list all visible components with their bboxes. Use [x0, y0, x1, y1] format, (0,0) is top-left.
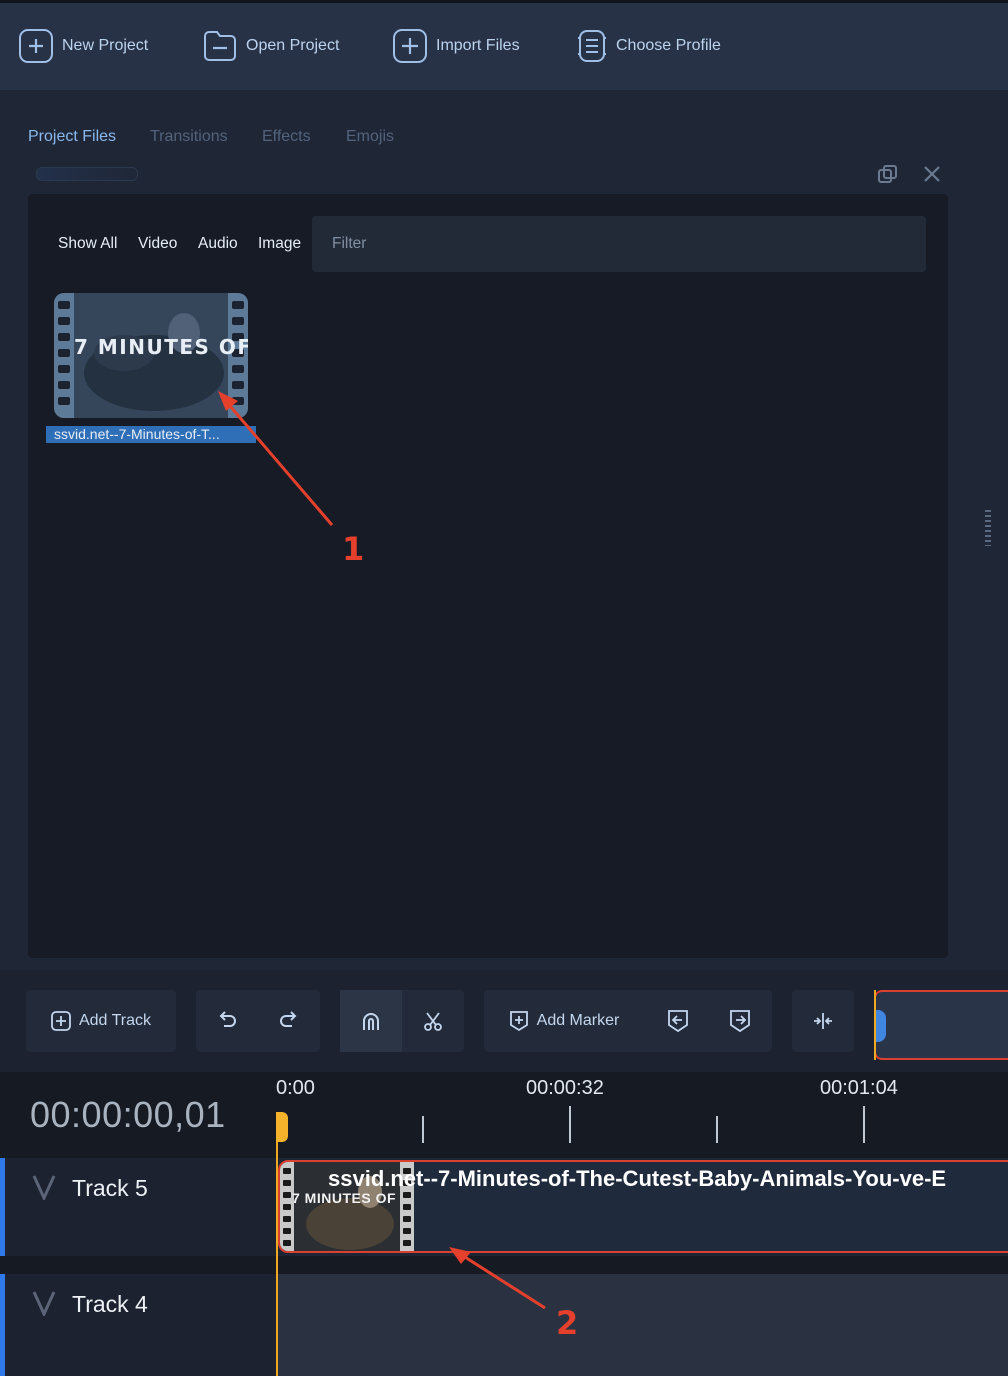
- previous-marker-button[interactable]: [648, 990, 708, 1052]
- track-header-5: [0, 1158, 276, 1256]
- chevron-down-icon[interactable]: [32, 1174, 56, 1205]
- filter-audio[interactable]: Audio: [198, 235, 238, 253]
- annotation-label-1: 1: [342, 530, 365, 568]
- redo-button[interactable]: [258, 990, 320, 1052]
- annotation-arrow-2: [449, 1247, 546, 1310]
- filter-image[interactable]: Image: [258, 235, 301, 253]
- import-files-label: Import Files: [436, 37, 520, 54]
- playhead-handle[interactable]: [276, 1112, 288, 1142]
- tab-effects[interactable]: Effects: [262, 128, 311, 146]
- scissors-icon: [424, 1012, 442, 1031]
- undo-icon: [219, 1011, 236, 1027]
- timeline-zoom-scrollbar[interactable]: [874, 990, 1008, 1060]
- annotation-arrow-1: [218, 391, 334, 526]
- open-project-label: Open Project: [246, 37, 340, 54]
- track-name-5: Track 5: [72, 1175, 148, 1201]
- import-files-button[interactable]: Import Files: [392, 26, 520, 66]
- add-track-label: Add Track: [78, 1012, 152, 1029]
- track-name-4: Track 4: [72, 1291, 148, 1317]
- add-marker-button[interactable]: Add Marker: [496, 990, 632, 1052]
- clip-title: ssvid.net--7-Minutes-of-The-Cutest-Baby-…: [328, 1166, 947, 1191]
- thumbnail-text: 7 MINUTES OF: [74, 335, 248, 359]
- ruler-label-1: 00:00:32: [526, 1077, 604, 1099]
- track-lane-4: [276, 1274, 1008, 1376]
- previous-marker-icon: [668, 1010, 688, 1033]
- center-timeline-button[interactable]: [792, 990, 854, 1052]
- filter-show-all[interactable]: Show All: [58, 235, 117, 253]
- panel-resize-handle[interactable]: [985, 510, 991, 546]
- tab-project-files[interactable]: Project Files: [28, 128, 116, 146]
- undock-icon[interactable]: [877, 163, 899, 190]
- new-project-label: New Project: [62, 37, 149, 54]
- close-icon[interactable]: [922, 163, 942, 190]
- filter-video[interactable]: Video: [138, 235, 177, 253]
- tab-emojis[interactable]: Emojis: [346, 128, 394, 146]
- filter-input[interactable]: [312, 216, 926, 272]
- folder-icon: [204, 31, 236, 61]
- redo-icon: [280, 1011, 297, 1027]
- choose-profile-button[interactable]: Choose Profile: [576, 26, 721, 66]
- clip-thumbnail-text: 7 MINUTES OF: [292, 1190, 397, 1206]
- open-project-button[interactable]: Open Project: [202, 26, 339, 66]
- ruler-label-0: 0:00: [276, 1077, 315, 1099]
- profile-icon: [578, 30, 606, 62]
- track-accent-5: [0, 1158, 5, 1256]
- chevron-down-icon[interactable]: [32, 1290, 56, 1321]
- new-project-button[interactable]: New Project: [18, 26, 148, 66]
- undo-button[interactable]: [196, 990, 258, 1052]
- next-marker-button[interactable]: [710, 990, 770, 1052]
- track-accent-4: [0, 1274, 5, 1376]
- magnet-icon: [363, 1013, 379, 1030]
- ruler-label-2: 00:01:04: [820, 1077, 898, 1099]
- add-track-button[interactable]: Add Track: [26, 990, 176, 1052]
- razor-button[interactable]: [402, 990, 464, 1052]
- ruler-tick: [863, 1106, 865, 1143]
- center-icon: [814, 1013, 832, 1029]
- mini-playhead: [874, 990, 876, 1060]
- add-marker-icon: [509, 1011, 528, 1032]
- choose-profile-label: Choose Profile: [616, 37, 721, 54]
- playhead-line[interactable]: [276, 1112, 278, 1376]
- panel-scroll-indicator: [36, 167, 138, 181]
- ruler-tick: [422, 1116, 424, 1143]
- tab-transitions[interactable]: Transitions: [150, 128, 228, 146]
- ruler-tick: [716, 1116, 718, 1143]
- new-project-icon: [19, 29, 53, 63]
- ruler-tick: [569, 1106, 571, 1143]
- add-track-icon: [51, 1011, 71, 1031]
- current-timecode: 00:00:00,01: [30, 1094, 226, 1135]
- snapping-button[interactable]: [340, 990, 402, 1052]
- add-marker-label: Add Marker: [536, 1012, 620, 1029]
- annotation-label-2: 2: [556, 1304, 579, 1342]
- next-marker-icon: [730, 1010, 750, 1033]
- import-icon: [393, 29, 427, 63]
